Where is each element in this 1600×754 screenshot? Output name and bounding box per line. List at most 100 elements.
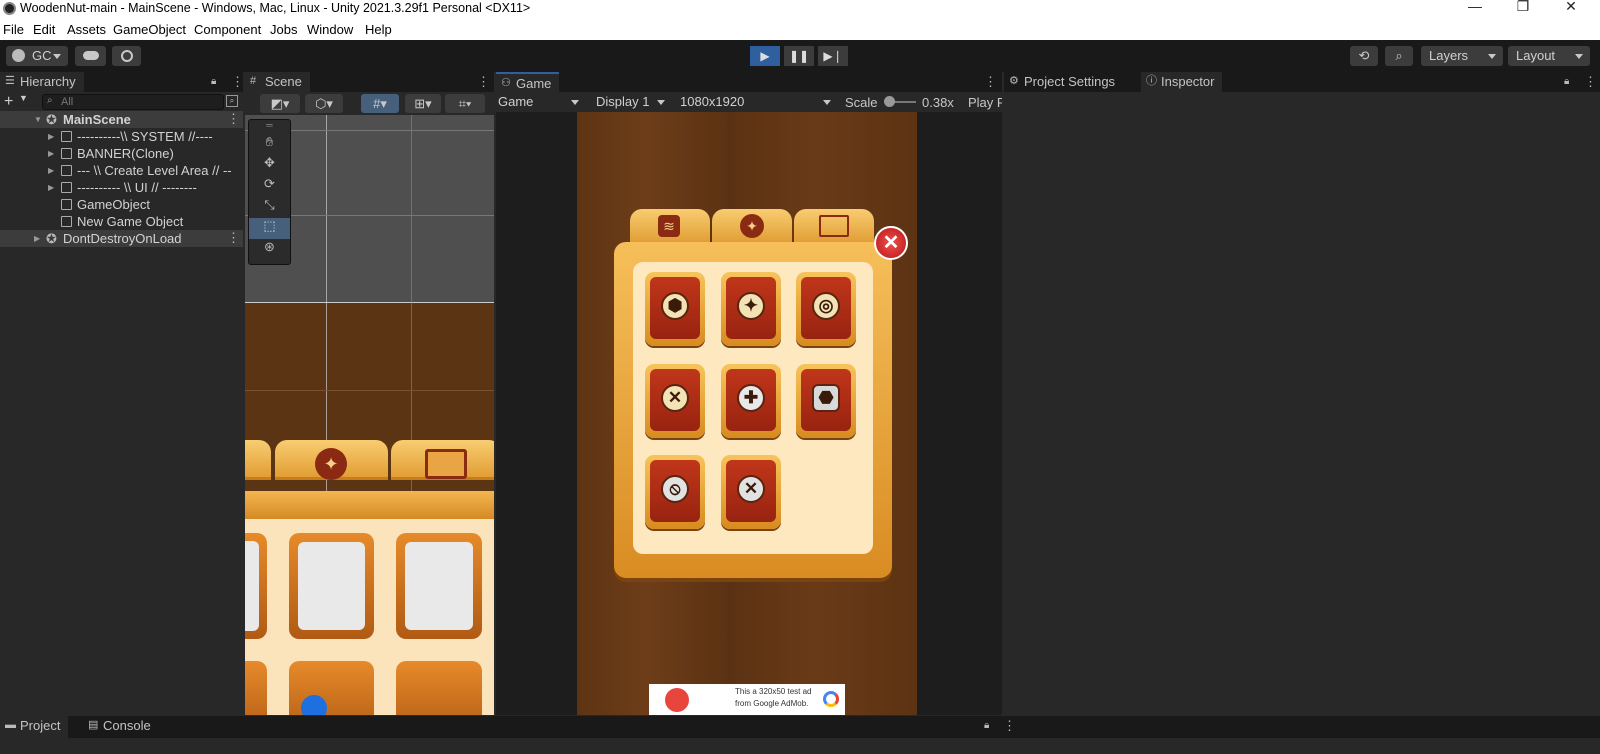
game-viewport[interactable]: ≋ ✦ ✕ ⬢ ✦ ◎ ✕ ✚ ⬣ ⦸ ✕ This a 320x50 test… — [496, 112, 1002, 715]
expand-arrow-icon[interactable]: ▶ — [48, 162, 54, 179]
list-item[interactable]: ▶ ----------\\ SYSTEM //---- — [0, 128, 243, 145]
history-button[interactable]: ⟲ — [1350, 46, 1378, 66]
restore-button[interactable]: ❐ — [1508, 0, 1538, 18]
collab-button[interactable] — [112, 46, 141, 66]
expand-arrow-icon[interactable]: ▶ — [34, 230, 40, 247]
expand-arrow-icon[interactable]: ▶ — [48, 145, 54, 162]
expand-arrow-icon[interactable]: ▼ — [34, 111, 42, 128]
list-item[interactable]: ▶ BANNER(Clone) — [0, 145, 243, 162]
drag-handle-icon[interactable]: ═ — [249, 120, 290, 134]
list-item-label: --- \\ Create Level Area // -- — [77, 163, 232, 178]
menu-component[interactable]: Component — [194, 22, 261, 37]
scene-row-dontdestroyonload[interactable]: ▶ ✪ DontDestroyOnLoad ⋮ — [0, 230, 243, 247]
nut-skin-hex[interactable]: ⬢ — [645, 272, 705, 346]
close-icon[interactable]: ✕ — [874, 226, 908, 260]
search-options-icon[interactable]: ⌕ — [226, 95, 238, 107]
grid-snap-dropdown[interactable]: #▾ — [361, 94, 399, 113]
nut-skin-star[interactable]: ✦ — [721, 272, 781, 346]
view-mode-dropdown[interactable]: Game — [496, 92, 586, 112]
draw-mode-dropdown[interactable]: ◩▾ — [260, 94, 300, 113]
expand-arrow-icon[interactable]: ▶ — [48, 179, 54, 196]
play-focused-dropdown[interactable]: Play F — [968, 95, 1002, 110]
menu-edit[interactable]: Edit — [33, 22, 55, 37]
history-icon: ⟲ — [1358, 48, 1370, 63]
scale-slider-thumb[interactable] — [884, 96, 895, 107]
kebab-menu-icon[interactable]: ⋮ — [477, 75, 490, 89]
transform-tool-icon[interactable]: ⊛ — [249, 239, 290, 260]
waves-icon: ≋ — [658, 215, 680, 237]
nut-skin-cross[interactable]: ✕ — [645, 364, 705, 438]
tile-frame — [289, 533, 374, 639]
list-item[interactable]: ▶ --- \\ Create Level Area // -- — [0, 162, 243, 179]
tab-project-settings-label: Project Settings — [1024, 74, 1116, 89]
nut-skin-steel-hex[interactable]: ⬣ — [796, 364, 856, 438]
menu-jobs[interactable]: Jobs — [270, 22, 297, 37]
lock-icon[interactable]: 🔒︎ — [984, 720, 994, 732]
category-tab-waves[interactable]: ≋ — [630, 209, 710, 245]
account-dropdown[interactable]: GC — [6, 46, 68, 66]
gameobject-icon — [61, 165, 72, 176]
play-button[interactable]: ▶ — [750, 46, 780, 66]
category-tab — [245, 440, 271, 480]
menu-assets[interactable]: Assets — [67, 22, 106, 37]
nut-skin-ring[interactable]: ◎ — [796, 272, 856, 346]
scale-tool-icon[interactable]: ⤡ — [249, 197, 290, 218]
kebab-menu-icon[interactable]: ⋮ — [1584, 75, 1597, 89]
cloud-button[interactable] — [75, 46, 106, 66]
close-window-button[interactable]: ✕ — [1556, 0, 1586, 18]
add-dropdown-icon[interactable]: ▼ — [19, 93, 28, 103]
nut-skin-silver-cross[interactable]: ✕ — [721, 455, 781, 529]
tab-project-settings[interactable]: ⚙ Project Settings — [1004, 72, 1123, 92]
kebab-menu-icon[interactable]: ⋮ — [1003, 719, 1016, 733]
kebab-menu-icon[interactable]: ⋮ — [227, 231, 240, 245]
tab-project[interactable]: ▬ Project — [0, 716, 69, 738]
rect-tool-handle[interactable] — [301, 695, 327, 715]
tab-console[interactable]: ▤ Console — [83, 716, 159, 738]
kebab-menu-icon[interactable]: ⋮ — [227, 112, 240, 126]
tab-scene[interactable]: # Scene — [245, 72, 310, 92]
lock-icon[interactable]: 🔒︎ — [211, 76, 221, 88]
expand-arrow-icon[interactable]: ▶ — [48, 128, 54, 145]
menu-file[interactable]: File — [3, 22, 24, 37]
ad-banner[interactable]: This a 320x50 test ad from Google AdMob. — [649, 684, 845, 715]
snap-increment-dropdown[interactable]: ⊞▾ — [405, 94, 441, 113]
hierarchy-panel: + ▼ ⌕ All ⌕ ▼ ✪ MainScene ⋮ ▶ ----------… — [0, 92, 243, 715]
scene-row-mainscene[interactable]: ▼ ✪ MainScene ⋮ — [0, 111, 243, 128]
nut-skin-slot[interactable]: ⦸ — [645, 455, 705, 529]
display-dropdown[interactable]: Display 1 — [588, 92, 672, 112]
gizmos-dropdown[interactable]: ⌗▾ — [445, 94, 485, 113]
tile-frame — [245, 661, 267, 715]
list-item[interactable]: GameObject — [0, 196, 243, 213]
rect-tool-icon[interactable]: ⬚ — [249, 218, 290, 239]
resolution-dropdown[interactable]: 1080x1920 — [672, 92, 838, 112]
scene-viewport[interactable]: ✦ ═ ✋︎ ✥ ⟳ ⤡ ⬚ ⊛ — [245, 115, 494, 715]
layout-dropdown[interactable]: Layout — [1508, 46, 1590, 66]
tab-inspector[interactable]: ⓘ Inspector — [1141, 72, 1223, 92]
2d-toggle-dropdown[interactable]: ⬡▾ — [305, 94, 343, 113]
pause-button[interactable]: ❚❚ — [784, 46, 814, 66]
kebab-menu-icon[interactable]: ⋮ — [984, 75, 997, 89]
list-item[interactable]: New Game Object — [0, 213, 243, 230]
tab-game[interactable]: ⚇ Game — [496, 72, 560, 92]
hand-tool-icon[interactable]: ✋︎ — [249, 134, 290, 155]
menu-gameobject[interactable]: GameObject — [113, 22, 186, 37]
category-tab-star[interactable]: ✦ — [712, 209, 792, 245]
category-tab-image[interactable] — [794, 209, 874, 245]
search-button[interactable]: ⌕ — [1385, 46, 1413, 66]
menu-help[interactable]: Help — [365, 22, 392, 37]
tab-hierarchy[interactable]: ☰ Hierarchy — [0, 72, 84, 92]
layers-dropdown[interactable]: Layers — [1421, 46, 1503, 66]
list-item[interactable]: ▶ ---------- \\ UI // -------- — [0, 179, 243, 196]
nut-skin-phillips[interactable]: ✚ — [721, 364, 781, 438]
step-button[interactable]: ▶❘ — [818, 46, 848, 66]
hierarchy-icon: ☰ — [5, 75, 15, 87]
add-button[interactable]: + — [4, 93, 13, 111]
move-tool-icon[interactable]: ✥ — [249, 155, 290, 176]
kebab-menu-icon[interactable]: ⋮ — [231, 75, 244, 89]
hierarchy-search-input[interactable]: ⌕ All — [42, 94, 224, 110]
wood-background: ≋ ✦ ✕ ⬢ ✦ ◎ ✕ ✚ ⬣ ⦸ ✕ This a 320x50 test… — [577, 112, 917, 715]
rotate-tool-icon[interactable]: ⟳ — [249, 176, 290, 197]
minimize-button[interactable]: — — [1460, 0, 1490, 18]
lock-icon[interactable]: 🔒︎ — [1564, 76, 1574, 88]
menu-window[interactable]: Window — [307, 22, 353, 37]
